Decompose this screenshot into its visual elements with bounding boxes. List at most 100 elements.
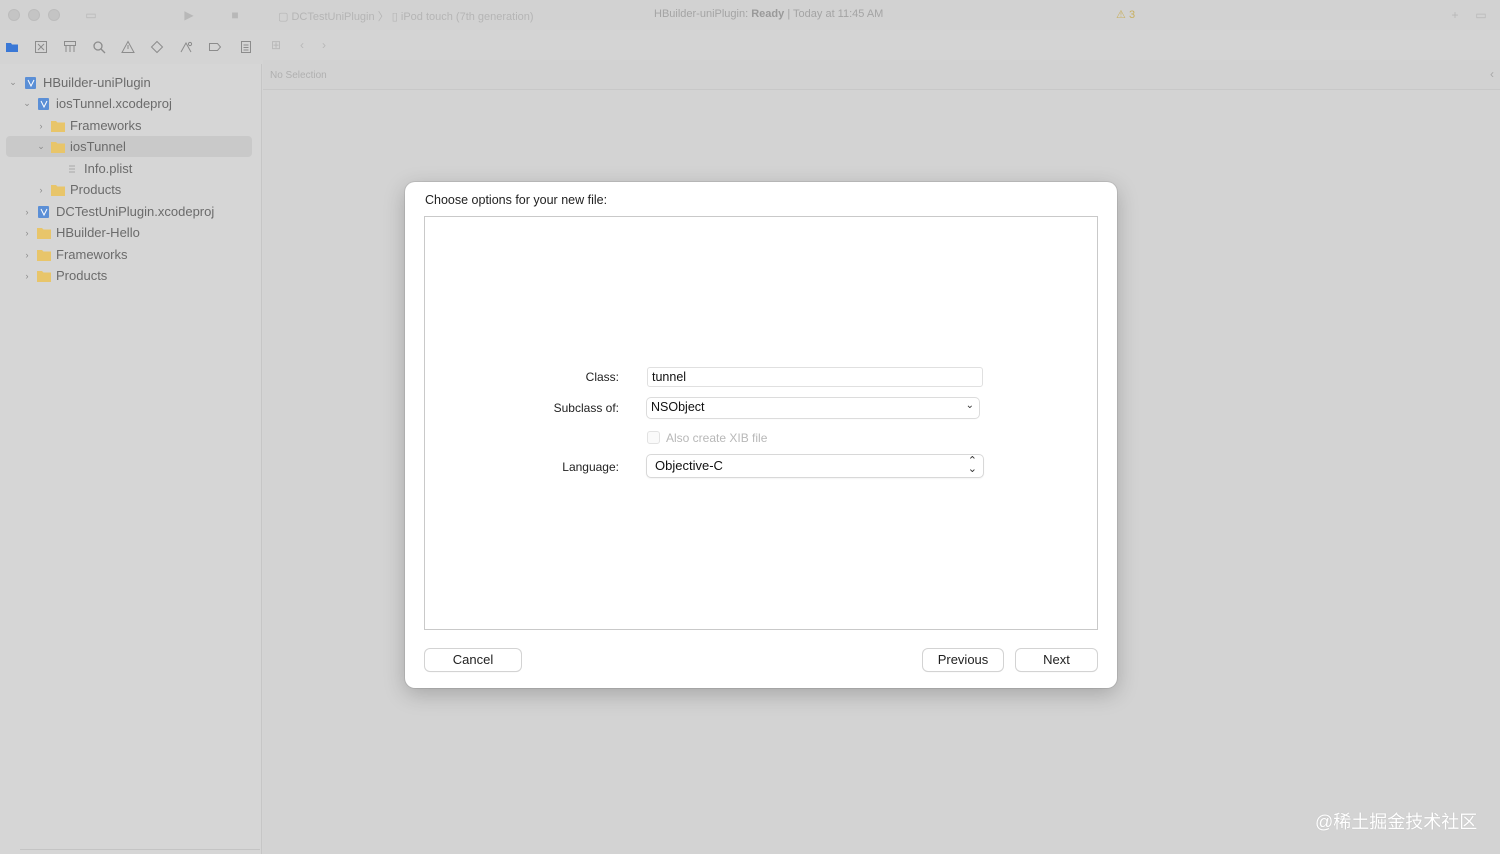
folder-icon — [51, 184, 65, 196]
device-icon: ▯ — [391, 11, 398, 23]
debug-icon[interactable] — [179, 40, 193, 54]
xib-label: Also create XIB file — [666, 431, 768, 445]
status-project: HBuilder-uniPlugin: — [654, 8, 749, 20]
scheme-separator: 〉 — [377, 11, 389, 23]
dialog-title: Choose options for your new file: — [425, 193, 608, 207]
source-control-icon[interactable] — [34, 40, 48, 54]
disclosure-icon[interactable]: ⌄ — [36, 141, 46, 152]
scheme-selector[interactable]: ▢ DCTestUniPlugin 〉 ▯ iPod touch (7th ge… — [278, 8, 534, 24]
xib-option: Also create XIB file — [647, 431, 767, 445]
folder-icon — [37, 249, 51, 261]
forward-icon[interactable]: › — [317, 38, 331, 52]
next-button[interactable]: Next — [1016, 649, 1097, 671]
warning-icon: ⚠ — [1116, 9, 1126, 21]
search-icon[interactable] — [92, 40, 106, 54]
device-name: iPod touch (7th generation) — [400, 11, 534, 23]
language-label: Language: — [562, 460, 619, 474]
status-time: | Today at 11:45 AM — [787, 8, 884, 20]
scheme-target: DCTestUniPlugin — [291, 11, 375, 23]
disclosure-icon[interactable]: › — [22, 228, 32, 238]
tree-item-iostunnel-xcodeproj[interactable]: ⌄ iosTunnel.xcodeproj — [6, 93, 252, 114]
tree-item-label: Frameworks — [70, 118, 142, 133]
project-navigator: ⌄ HBuilder-uniPlugin ⌄ iosTunnel.xcodepr… — [0, 64, 262, 854]
tree-item-label: HBuilder-uniPlugin — [43, 75, 151, 90]
tree-item-label: iosTunnel — [70, 139, 126, 154]
class-label-wrap: Class: — [425, 369, 619, 387]
warning-badge[interactable]: ⚠ 3 — [1116, 8, 1135, 21]
tree-item-frameworks-root[interactable]: › Frameworks — [6, 244, 252, 265]
window-titlebar: ▭ ▶ ■ ▢ DCTestUniPlugin 〉 ▯ iPod touch (… — [0, 0, 1500, 30]
jump-bar: ⊞ ‹ › No Selection ‹ — [263, 38, 1500, 90]
sidebar-toggle-icon[interactable]: ▭ — [84, 8, 98, 22]
run-icon[interactable]: ▶ — [182, 8, 196, 22]
library-icon[interactable]: + — [1448, 8, 1462, 22]
folder-icon — [37, 270, 51, 282]
tree-item-label: HBuilder-Hello — [56, 225, 140, 240]
subclass-label: Subclass of: — [553, 401, 619, 415]
disclosure-icon[interactable]: ⌄ — [22, 98, 32, 109]
folder-icon — [51, 120, 65, 132]
tree-item-label: Frameworks — [56, 247, 128, 262]
disclosure-icon[interactable]: › — [36, 121, 46, 131]
language-popup[interactable]: Objective-C ⌃ ⌄ — [647, 455, 983, 477]
close-window-button[interactable] — [8, 9, 20, 21]
folder-icon — [37, 227, 51, 239]
class-name-field[interactable]: tunnel — [647, 367, 983, 387]
subclass-value: NSObject — [651, 400, 705, 414]
chevron-down-icon[interactable]: ⌄ — [966, 400, 974, 411]
zoom-window-button[interactable] — [48, 9, 60, 21]
plist-icon — [69, 165, 75, 172]
tree-item-label: DCTestUniPlugin.xcodeproj — [56, 204, 215, 219]
test-diamond-icon[interactable] — [150, 40, 164, 54]
stop-icon[interactable]: ■ — [228, 8, 242, 22]
tree-item-info-plist[interactable]: Info.plist — [6, 158, 252, 179]
inspector-toggle-icon[interactable]: ▭ — [1474, 8, 1488, 22]
back-icon[interactable]: ‹ — [295, 38, 309, 52]
status-state: Ready — [751, 8, 785, 20]
minimize-window-button[interactable] — [28, 9, 40, 21]
previous-button[interactable]: Previous — [923, 649, 1003, 671]
disclosure-icon[interactable]: ⌄ — [8, 77, 18, 88]
subclass-label-wrap: Subclass of: — [425, 400, 619, 418]
tree-item-label: iosTunnel.xcodeproj — [56, 96, 172, 111]
project-icon — [38, 205, 49, 218]
tree-item-dctestuniplugin-xcodeproj[interactable]: › DCTestUniPlugin.xcodeproj — [6, 201, 252, 222]
tree-item-hbuilder-uniplugin[interactable]: ⌄ HBuilder-uniPlugin — [6, 72, 252, 93]
chevron-left-icon[interactable]: ‹ — [1490, 67, 1494, 81]
report-icon[interactable] — [239, 40, 253, 54]
class-label: Class: — [585, 370, 619, 384]
breakpoint-icon[interactable] — [208, 40, 222, 54]
cancel-button[interactable]: Cancel — [425, 649, 521, 671]
folder-icon[interactable] — [5, 40, 19, 54]
app-icon: ▢ — [278, 11, 289, 23]
language-value: Objective-C — [655, 458, 723, 473]
activity-status: HBuilder-uniPlugin: Ready | Today at 11:… — [654, 8, 883, 20]
tree-item-products[interactable]: › Products — [6, 179, 252, 200]
navigator-selector-bar — [0, 30, 262, 64]
subclass-combobox[interactable]: NSObject ⌄ — [647, 398, 979, 418]
disclosure-icon[interactable]: › — [22, 207, 32, 217]
folder-icon — [51, 141, 65, 153]
watermark: @稀土掘金技术社区 — [1315, 812, 1478, 832]
tree-item-iostunnel[interactable]: ⌄ iosTunnel — [6, 136, 252, 157]
disclosure-icon[interactable]: › — [36, 185, 46, 195]
no-selection-label: No Selection — [270, 70, 327, 81]
tree-item-hbuilder-hello[interactable]: › HBuilder-Hello — [6, 222, 252, 243]
language-label-wrap: Language: — [425, 459, 619, 477]
new-file-options-sheet: Choose options for your new file: Class:… — [405, 182, 1117, 688]
xib-checkbox[interactable] — [647, 431, 660, 444]
tree-item-label: Products — [70, 182, 122, 197]
warning-icon[interactable] — [121, 40, 135, 54]
symbol-icon[interactable] — [63, 40, 77, 54]
tree-item-label: Products — [56, 268, 108, 283]
tree-item-products-root[interactable]: › Products — [6, 265, 252, 286]
related-items-icon[interactable]: ⊞ — [269, 38, 283, 52]
updown-chevron-icon: ⌃ ⌄ — [967, 455, 977, 475]
sidebar-divider — [20, 849, 260, 850]
disclosure-icon[interactable]: › — [22, 250, 32, 260]
project-icon — [25, 76, 36, 89]
tree-item-frameworks[interactable]: › Frameworks — [6, 115, 252, 136]
warning-count: 3 — [1128, 9, 1136, 21]
project-icon — [38, 97, 49, 110]
disclosure-icon[interactable]: › — [22, 271, 32, 281]
